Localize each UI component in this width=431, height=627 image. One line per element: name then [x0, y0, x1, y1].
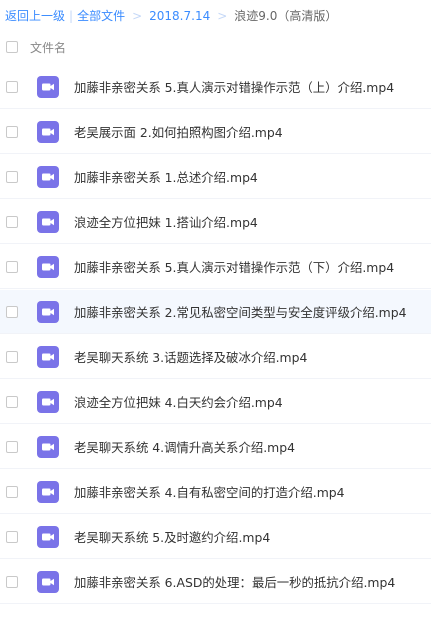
file-name[interactable]: 浪迹全方位把妹 1.搭讪介绍.mp4	[74, 213, 258, 231]
breadcrumb-arrow-icon: >	[217, 9, 228, 23]
back-link[interactable]: 返回上一级	[5, 6, 65, 26]
file-checkbox[interactable]	[6, 305, 18, 318]
file-name[interactable]: 老吴聊天系统 3.话题选择及破冰介绍.mp4	[74, 348, 307, 366]
current-folder: 浪迹9.0（高清版）	[234, 9, 338, 23]
file-checkbox[interactable]	[6, 530, 18, 543]
select-all-checkbox[interactable]	[6, 41, 18, 53]
all-files-link[interactable]: 全部文件	[77, 6, 125, 26]
file-name[interactable]: 老吴聊天系统 5.及时邀约介绍.mp4	[74, 528, 270, 546]
video-file-icon	[37, 120, 59, 143]
video-file-icon	[37, 480, 59, 503]
video-file-icon	[37, 390, 59, 413]
file-checkbox[interactable]	[6, 485, 18, 498]
file-checkbox[interactable]	[6, 395, 18, 408]
file-row[interactable]: 老吴聊天系统 4.调情升高关系介绍.mp4	[0, 425, 431, 469]
file-row[interactable]: 老吴聊天系统 5.及时邀约介绍.mp4	[0, 515, 431, 559]
file-checkbox[interactable]	[6, 215, 18, 228]
file-row[interactable]: 加藤非亲密关系 2.常见私密空间类型与安全度评级介绍.mp4	[0, 290, 431, 334]
file-row[interactable]: 加藤非亲密关系 5.真人演示对错操作示范（下）介绍.mp4	[0, 245, 431, 289]
file-row[interactable]: 加藤非亲密关系 1.总述介绍.mp4	[0, 155, 431, 199]
column-header-filename[interactable]: 文件名	[30, 39, 66, 56]
video-file-icon	[37, 300, 59, 323]
file-row[interactable]: 老吴聊天系统 3.话题选择及破冰介绍.mp4	[0, 335, 431, 379]
video-file-icon	[37, 210, 59, 233]
file-checkbox[interactable]	[6, 575, 18, 588]
file-row[interactable]: 加藤非亲密关系 5.真人演示对错操作示范（上）介绍.mp4	[0, 65, 431, 109]
file-checkbox[interactable]	[6, 80, 18, 93]
file-name[interactable]: 加藤非亲密关系 5.真人演示对错操作示范（下）介绍.mp4	[74, 258, 394, 276]
file-checkbox[interactable]	[6, 350, 18, 363]
video-file-icon	[37, 75, 59, 98]
file-list: 加藤非亲密关系 5.真人演示对错操作示范（上）介绍.mp4 老吴展示面 2.如何拍…	[0, 65, 431, 605]
file-row[interactable]: 加藤非亲密关系 4.自有私密空间的打造介绍.mp4	[0, 470, 431, 514]
file-row[interactable]: 浪迹全方位把妹 1.搭讪介绍.mp4	[0, 200, 431, 244]
video-file-icon	[37, 255, 59, 278]
file-checkbox[interactable]	[6, 125, 18, 138]
file-name[interactable]: 加藤非亲密关系 5.真人演示对错操作示范（上）介绍.mp4	[74, 78, 394, 96]
breadcrumb-arrow-icon: >	[132, 9, 143, 23]
file-name[interactable]: 加藤非亲密关系 4.自有私密空间的打造介绍.mp4	[74, 483, 345, 501]
file-name[interactable]: 加藤非亲密关系 1.总述介绍.mp4	[74, 168, 258, 186]
file-row[interactable]: 老吴展示面 2.如何拍照构图介绍.mp4	[0, 110, 431, 154]
file-name[interactable]: 老吴聊天系统 4.调情升高关系介绍.mp4	[74, 438, 295, 456]
file-checkbox[interactable]	[6, 170, 18, 183]
breadcrumb-separator: |	[69, 9, 74, 23]
video-file-icon	[37, 345, 59, 368]
file-name[interactable]: 加藤非亲密关系 6.ASD的处理：最后一秒的抵抗介绍.mp4	[74, 573, 395, 591]
video-file-icon	[37, 570, 59, 593]
file-row[interactable]: 浪迹全方位把妹 4.白天约会介绍.mp4	[0, 380, 431, 424]
video-file-icon	[37, 525, 59, 548]
video-file-icon	[37, 165, 59, 188]
file-checkbox[interactable]	[6, 260, 18, 273]
file-name[interactable]: 浪迹全方位把妹 4.白天约会介绍.mp4	[74, 393, 283, 411]
file-row[interactable]: 加藤非亲密关系 6.ASD的处理：最后一秒的抵抗介绍.mp4	[0, 560, 431, 604]
breadcrumb: 返回上一级 | 全部文件 > 2018.7.14 > 浪迹9.0（高清版）	[5, 6, 337, 26]
folder-link[interactable]: 2018.7.14	[149, 6, 210, 26]
file-name[interactable]: 加藤非亲密关系 2.常见私密空间类型与安全度评级介绍.mp4	[74, 303, 407, 321]
video-file-icon	[37, 435, 59, 458]
file-checkbox[interactable]	[6, 440, 18, 453]
list-header: 文件名	[0, 32, 431, 62]
file-name[interactable]: 老吴展示面 2.如何拍照构图介绍.mp4	[74, 123, 283, 141]
